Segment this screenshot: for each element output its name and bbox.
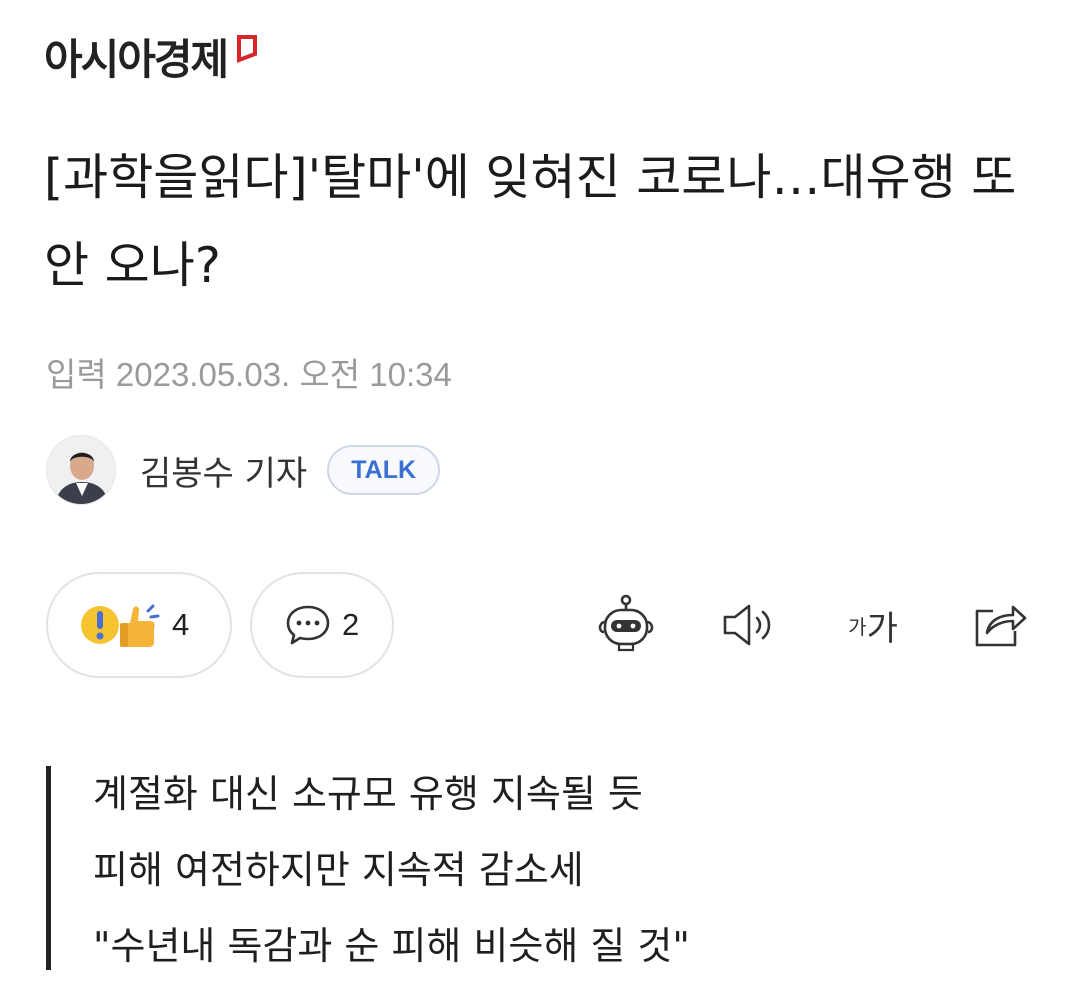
reporter-name[interactable]: 김봉수 기자	[140, 446, 307, 495]
summary-line: "수년내 독감과 순 피해 비슷해 질 것"	[93, 924, 690, 968]
site-logo[interactable]: 아시아경제	[44, 30, 261, 90]
text-to-speech-button[interactable]	[720, 594, 780, 656]
reaction-count: 4	[172, 607, 190, 642]
article-title: [과학을읽다]'탈마'에 잊혀진 코로나…대유행 또 안 오나?	[44, 149, 1017, 294]
robot-icon	[598, 594, 654, 652]
share-icon	[975, 605, 1027, 647]
summary-line: 계절화 대신 소규모 유행 지속될 듯	[93, 772, 643, 816]
ai-summary-button[interactable]	[592, 594, 660, 656]
share-button[interactable]	[970, 594, 1030, 656]
logo-text: 아시아경제	[44, 35, 229, 84]
talk-button[interactable]: TALK	[327, 445, 441, 495]
comment-button[interactable]: 2	[250, 572, 394, 678]
reaction-emoji-icon	[81, 604, 160, 647]
reaction-button[interactable]: 4	[46, 572, 232, 678]
avatar-image	[47, 436, 115, 504]
font-size-button[interactable]: 가가	[838, 594, 908, 656]
reporter-avatar[interactable]	[46, 435, 116, 505]
reporter-info: 김봉수 기자 TALK	[46, 434, 441, 506]
summary-line: 피해 여전하지만 지속적 감소세	[93, 848, 584, 892]
comment-bubble-icon	[286, 605, 330, 645]
comment-count: 2	[342, 607, 360, 642]
logo-mark-icon	[237, 35, 258, 63]
publish-date: 입력 2023.05.03. 오전 10:34	[46, 356, 452, 393]
font-small-glyph: 가	[848, 614, 867, 639]
speaker-icon	[723, 604, 771, 646]
article-summary: 계절화 대신 소규모 유행 지속될 듯 피해 여전하지만 지속적 감소세 "수년…	[46, 766, 690, 970]
font-big-glyph: 가	[866, 608, 898, 649]
